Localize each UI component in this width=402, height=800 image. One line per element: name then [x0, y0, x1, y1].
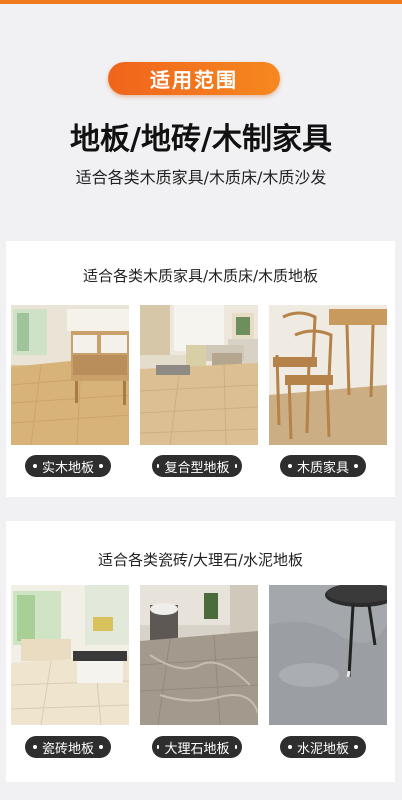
- scope-badge: 适用范围: [108, 62, 280, 95]
- dot-icon: [157, 464, 160, 468]
- dot-icon: [287, 745, 292, 749]
- tag-marble-floor: 大理石地板: [152, 736, 242, 758]
- stone-section-title: 适合各类瓷砖/大理石/水泥地板: [97, 551, 304, 569]
- top-accent-bar: [0, 0, 402, 4]
- wood-section-title: 适合各类木质家具/木质床/木质地板: [82, 267, 319, 285]
- page-subtitle: 适合各类木质家具/木质床/木质沙发: [75, 168, 327, 187]
- dot-icon: [234, 745, 237, 749]
- dot-icon: [287, 464, 292, 468]
- dot-icon: [32, 745, 37, 749]
- wood-floor-living-room-image: [11, 305, 129, 445]
- wooden-chairs-table-image: [269, 305, 387, 445]
- tag-concrete-floor: 水泥地板: [280, 736, 366, 758]
- tag-laminate-floor: 复合型地板: [152, 455, 242, 477]
- tag-label: 复合型地板: [164, 460, 230, 476]
- marble-floor-washroom-image: [140, 585, 258, 725]
- dot-icon: [99, 464, 103, 468]
- tag-wood-furniture: 木质家具: [280, 455, 366, 477]
- dot-icon: [234, 464, 237, 468]
- tag-label: 木质家具: [296, 460, 349, 476]
- tag-label: 瓷砖地板: [41, 741, 94, 757]
- dot-icon: [99, 745, 103, 749]
- tag-label: 大理石地板: [164, 741, 230, 757]
- dot-icon: [354, 464, 358, 468]
- concrete-floor-side-table-image: [269, 585, 387, 725]
- wood-section-card: 适合各类木质家具/木质床/木质地板 实木地板 复合型地板 木质家具: [6, 241, 395, 497]
- tag-label: 水泥地板: [296, 741, 349, 757]
- dot-icon: [354, 745, 358, 749]
- page-headline: 地板/地砖/木制家具: [70, 122, 332, 157]
- ceramic-tile-living-room-image: [11, 585, 129, 725]
- tag-label: 实木地板: [41, 460, 94, 476]
- laminate-floor-sofa-image: [140, 305, 258, 445]
- tag-ceramic-tile-floor: 瓷砖地板: [25, 736, 111, 758]
- stone-section-card: 适合各类瓷砖/大理石/水泥地板 瓷砖地板 大理石地板 水泥地板: [6, 521, 395, 782]
- tag-solid-wood-floor: 实木地板: [25, 455, 111, 477]
- dot-icon: [157, 745, 160, 749]
- dot-icon: [32, 464, 37, 468]
